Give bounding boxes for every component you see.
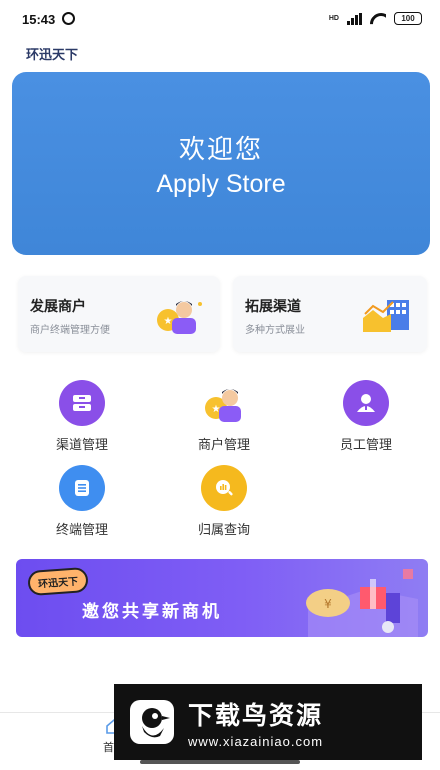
promo-illustration: ¥ (306, 569, 418, 637)
card-title: 拓展渠道 (245, 299, 301, 315)
battery-icon: 100 (394, 12, 422, 25)
grid-label: 商户管理 (197, 438, 250, 453)
terminal-icon (59, 465, 105, 511)
channel-building-icon (363, 300, 409, 332)
develop-merchant-card[interactable]: 发展商户 商户终端管理方便 ★ (18, 276, 220, 352)
merchant-management-item[interactable]: ★ 商户管理 (174, 380, 274, 453)
status-icons: HD 100 (329, 12, 422, 25)
promo-text: 邀您共享新商机 (82, 602, 222, 622)
drawer-icon (59, 380, 105, 426)
merchant-icon: ★ (201, 380, 247, 426)
watermark-overlay: 下载鸟资源 www.xiazainiao.com (114, 684, 422, 760)
home-indicator[interactable] (140, 760, 300, 764)
card-subtitle: 多种方式展业 (245, 325, 305, 336)
svg-text:¥: ¥ (324, 597, 332, 611)
watermark-texts: 下载鸟资源 www.xiazainiao.com (188, 696, 323, 749)
channel-management-item[interactable]: 渠道管理 (32, 380, 132, 453)
wifi-icon (370, 13, 386, 25)
watermark-title: 下载鸟资源 (188, 700, 324, 730)
status-bar: 15:43 HD 100 (0, 0, 440, 38)
welcome-banner[interactable]: 欢迎您 Apply Store (12, 72, 430, 255)
grid-label: 终端管理 (55, 523, 108, 538)
alarm-icon (62, 12, 75, 25)
signal-icon (347, 12, 362, 25)
grid-label: 渠道管理 (55, 438, 108, 453)
battery-level: 100 (401, 14, 415, 23)
watermark-url: www.xiazainiao.com (188, 733, 324, 749)
banner-welcome-text: 欢迎您 (178, 134, 263, 165)
employee-icon (343, 380, 389, 426)
bird-logo-icon (130, 700, 174, 744)
expand-channel-card[interactable]: 拓展渠道 多种方式展业 (233, 276, 427, 352)
card-title: 发展商户 (30, 299, 86, 315)
grid-label: 员工管理 (339, 438, 392, 453)
card-subtitle: 商户终端管理方便 (30, 325, 110, 336)
promo-banner[interactable]: 环迅天下 邀您共享新商机 ¥ (16, 559, 428, 637)
promo-tag: 环迅天下 (27, 566, 89, 597)
banner-store-name: Apply Store (156, 169, 286, 198)
terminal-management-item[interactable]: 终端管理 (32, 465, 132, 538)
employee-management-item[interactable]: 员工管理 (316, 380, 416, 453)
query-icon (201, 465, 247, 511)
network-type-label: HD (328, 15, 339, 22)
grid-label: 归属查询 (197, 523, 250, 538)
svg-text:★: ★ (164, 316, 173, 327)
status-time: 15:43 (22, 12, 56, 27)
merchant-person-icon: ★ (157, 301, 202, 334)
app-title: 环迅天下 (26, 48, 79, 63)
ownership-query-item[interactable]: 归属查询 (174, 465, 274, 538)
